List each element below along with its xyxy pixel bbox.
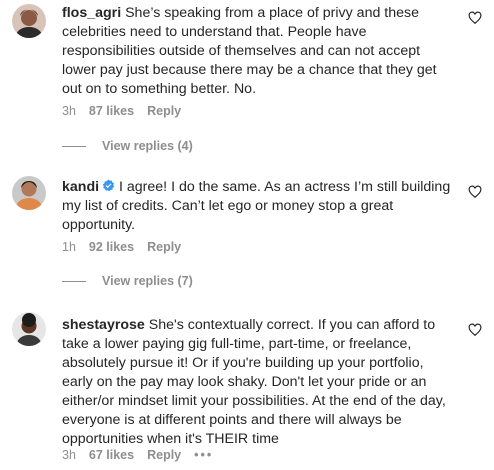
reply-button[interactable]: Reply (147, 448, 181, 462)
likes-count[interactable]: 92 likes (89, 240, 134, 254)
reply-button[interactable]: Reply (147, 240, 181, 254)
username[interactable]: kandi (62, 179, 99, 195)
view-replies-label: View replies (4) (102, 139, 193, 153)
replies-divider-line (62, 146, 86, 148)
comment-text: She's contextually correct. If you can a… (62, 317, 446, 447)
likes-count[interactable]: 67 likes (89, 448, 134, 462)
comment-time: 1h (62, 240, 76, 254)
replies-divider-line (62, 281, 86, 283)
avatar[interactable] (12, 176, 46, 210)
avatar[interactable] (12, 4, 46, 38)
reply-button[interactable]: Reply (147, 104, 181, 118)
comment-meta: 3h 67 likes Reply ••• (62, 448, 226, 462)
likes-count[interactable]: 87 likes (89, 104, 134, 118)
heart-outline-icon[interactable] (468, 185, 482, 199)
avatar-image-icon (12, 4, 46, 38)
username[interactable]: flos_agri (62, 5, 121, 21)
avatar[interactable] (12, 312, 46, 346)
view-replies-label: View replies (7) (102, 274, 193, 288)
username[interactable]: shestayrose (62, 317, 145, 333)
view-replies-button[interactable]: View replies (4) (62, 139, 193, 153)
comment-body: kandi I agree! I do the same. As an actr… (62, 178, 454, 235)
heart-outline-icon[interactable] (468, 11, 482, 25)
comment-meta: 3h 87 likes Reply (62, 104, 194, 118)
comment-text: I agree! I do the same. As an actress I’… (62, 179, 451, 233)
avatar-image-icon (12, 176, 46, 210)
comment-time: 3h (62, 104, 76, 118)
avatar-image-icon (12, 312, 46, 346)
comment-time: 3h (62, 448, 76, 462)
comment-body: flos_agri She’s speaking from a place of… (62, 4, 454, 99)
comment-meta: 1h 92 likes Reply (62, 240, 194, 254)
comment-body: shestayrose She's contextually correct. … (62, 316, 454, 449)
more-options-icon[interactable]: ••• (194, 448, 213, 462)
view-replies-button[interactable]: View replies (7) (62, 274, 193, 288)
heart-outline-icon[interactable] (468, 323, 482, 337)
verified-badge-icon (102, 179, 115, 192)
